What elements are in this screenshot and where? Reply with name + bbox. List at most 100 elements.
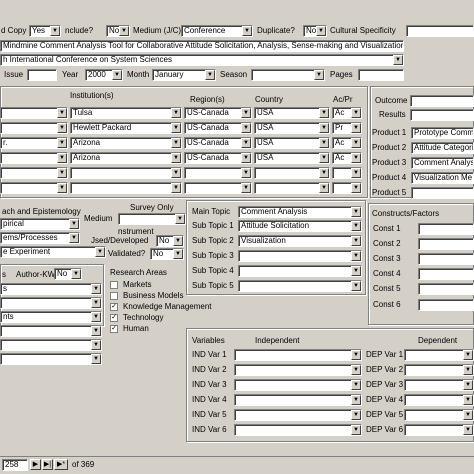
chevron-down-icon[interactable]: ▼ (351, 236, 361, 246)
chevron-down-icon[interactable]: ▼ (175, 214, 185, 224)
month-select[interactable]: January ▼ (152, 69, 216, 81)
chevron-down-icon[interactable]: ▼ (171, 138, 181, 148)
institution-left-field[interactable]: ▼ (0, 152, 68, 164)
chevron-down-icon[interactable]: ▼ (241, 153, 251, 163)
keyword-select[interactable]: ▼ (0, 297, 102, 309)
acpr-select[interactable]: Ac ▼ (332, 137, 362, 149)
chevron-down-icon[interactable]: ▼ (319, 153, 329, 163)
chevron-down-icon[interactable]: ▼ (69, 233, 79, 243)
chevron-down-icon[interactable]: ▼ (351, 350, 361, 360)
chevron-down-icon[interactable]: ▼ (463, 365, 473, 375)
chevron-down-icon[interactable]: ▼ (241, 138, 251, 148)
chevron-down-icon[interactable]: ▼ (119, 26, 129, 36)
institution-left-field[interactable]: ▼ (0, 167, 68, 179)
acpr-select[interactable]: Ac ▼ (332, 107, 362, 119)
institution-left-field[interactable]: ▼ (0, 122, 68, 134)
chevron-down-icon[interactable]: ▼ (351, 251, 361, 261)
chevron-down-icon[interactable]: ▼ (241, 183, 251, 193)
dependent-var-select[interactable]: ▼ (404, 364, 474, 376)
chevron-down-icon[interactable]: ▼ (319, 108, 329, 118)
chevron-down-icon[interactable]: ▼ (71, 269, 81, 279)
chevron-down-icon[interactable]: ▼ (69, 219, 79, 229)
chevron-down-icon[interactable]: ▼ (319, 123, 329, 133)
independent-var-select[interactable]: ▼ (234, 394, 362, 406)
chevron-down-icon[interactable]: ▼ (351, 266, 361, 276)
chevron-down-icon[interactable]: ▼ (171, 168, 181, 178)
validated-select[interactable]: No ▼ (150, 248, 184, 260)
country-select[interactable]: USA ▼ (254, 122, 330, 134)
next-record-button[interactable]: ▶ (30, 459, 41, 470)
chevron-down-icon[interactable]: ▼ (91, 284, 101, 294)
chevron-down-icon[interactable]: ▼ (173, 249, 183, 259)
chevron-down-icon[interactable]: ▼ (319, 183, 329, 193)
product-input[interactable] (411, 187, 474, 199)
chevron-down-icon[interactable]: ▼ (171, 183, 181, 193)
product-input[interactable]: Attitude Categoriz (411, 142, 474, 154)
chevron-down-icon[interactable]: ▼ (351, 123, 361, 133)
chevron-down-icon[interactable]: ▼ (91, 354, 101, 364)
chevron-down-icon[interactable]: ▼ (351, 395, 361, 405)
chevron-down-icon[interactable]: ▼ (95, 247, 105, 257)
institution-select[interactable]: Arizona ▼ (70, 152, 182, 164)
year-input[interactable]: 2000 ▼ (85, 69, 123, 81)
chevron-down-icon[interactable]: ▼ (171, 108, 181, 118)
chevron-down-icon[interactable]: ▼ (351, 380, 361, 390)
chevron-down-icon[interactable]: ▼ (241, 123, 251, 133)
research-area-checkbox[interactable] (110, 281, 118, 289)
institution-left-field[interactable]: ▼ (0, 182, 68, 194)
region-select[interactable]: US-Canada ▼ (184, 122, 252, 134)
sub-topic-select[interactable]: Attitude Solicitation ▼ (238, 220, 362, 232)
keyword-select[interactable]: ▼ (0, 353, 102, 365)
chevron-down-icon[interactable]: ▼ (319, 138, 329, 148)
institution-left-field[interactable]: r. ▼ (0, 137, 68, 149)
chevron-down-icon[interactable]: ▼ (463, 350, 473, 360)
chevron-down-icon[interactable]: ▼ (351, 410, 361, 420)
chevron-down-icon[interactable]: ▼ (91, 340, 101, 350)
chevron-down-icon[interactable]: ▼ (91, 312, 101, 322)
chevron-down-icon[interactable]: ▼ (314, 70, 324, 80)
construct-input[interactable] (418, 299, 474, 311)
keyword-select[interactable]: nts ▼ (0, 311, 102, 323)
dependent-var-select[interactable]: ▼ (404, 379, 474, 391)
region-select[interactable]: US-Canada ▼ (184, 152, 252, 164)
sub-topic-select[interactable]: ▼ (238, 280, 362, 292)
author-kw-select[interactable]: No ▼ (54, 268, 82, 280)
region-select[interactable]: ▼ (184, 167, 252, 179)
medium-select[interactable]: Conference ▼ (181, 25, 253, 37)
independent-var-select[interactable]: ▼ (234, 409, 362, 421)
research-area-checkbox[interactable]: ✓ (110, 303, 118, 311)
chevron-down-icon[interactable]: ▼ (351, 183, 361, 193)
chevron-down-icon[interactable]: ▼ (112, 70, 122, 80)
acpr-select[interactable]: Ac ▼ (332, 152, 362, 164)
chevron-down-icon[interactable]: ▼ (57, 168, 67, 178)
chevron-down-icon[interactable]: ▼ (173, 236, 183, 246)
institution-select[interactable]: ▼ (70, 182, 182, 194)
record-number-field[interactable]: 258 (2, 459, 28, 471)
region-select[interactable]: US-Canada ▼ (184, 107, 252, 119)
chevron-down-icon[interactable]: ▼ (463, 425, 473, 435)
chevron-down-icon[interactable]: ▼ (91, 298, 101, 308)
dependent-var-select[interactable]: ▼ (404, 424, 474, 436)
product-input[interactable]: Visualization Me (411, 172, 474, 184)
institution-select[interactable]: Hewlett Packard ▼ (70, 122, 182, 134)
outcome-input[interactable] (410, 95, 474, 107)
duplicate-select[interactable]: No ▼ (303, 25, 327, 37)
chevron-down-icon[interactable]: ▼ (57, 108, 67, 118)
chevron-down-icon[interactable]: ▼ (171, 123, 181, 133)
keyword-select[interactable]: ▼ (0, 325, 102, 337)
country-select[interactable]: USA ▼ (254, 137, 330, 149)
chevron-down-icon[interactable]: ▼ (319, 168, 329, 178)
independent-var-select[interactable]: ▼ (234, 349, 362, 361)
epistemology-select[interactable]: pirical ▼ (0, 218, 80, 230)
sub-topic-select[interactable]: Visualization ▼ (238, 235, 362, 247)
research-area-checkbox[interactable]: ✓ (110, 314, 118, 322)
chevron-down-icon[interactable]: ▼ (351, 153, 361, 163)
last-record-button[interactable]: ▶| (42, 459, 53, 470)
chevron-down-icon[interactable]: ▼ (57, 183, 67, 193)
product-input[interactable]: Comment Analysi (411, 157, 474, 169)
country-select[interactable]: USA ▼ (254, 152, 330, 164)
chevron-down-icon[interactable]: ▼ (241, 108, 251, 118)
process-select[interactable]: ems/Processes ▼ (0, 232, 80, 244)
chevron-down-icon[interactable]: ▼ (316, 26, 326, 36)
dependent-var-select[interactable]: ▼ (404, 349, 474, 361)
